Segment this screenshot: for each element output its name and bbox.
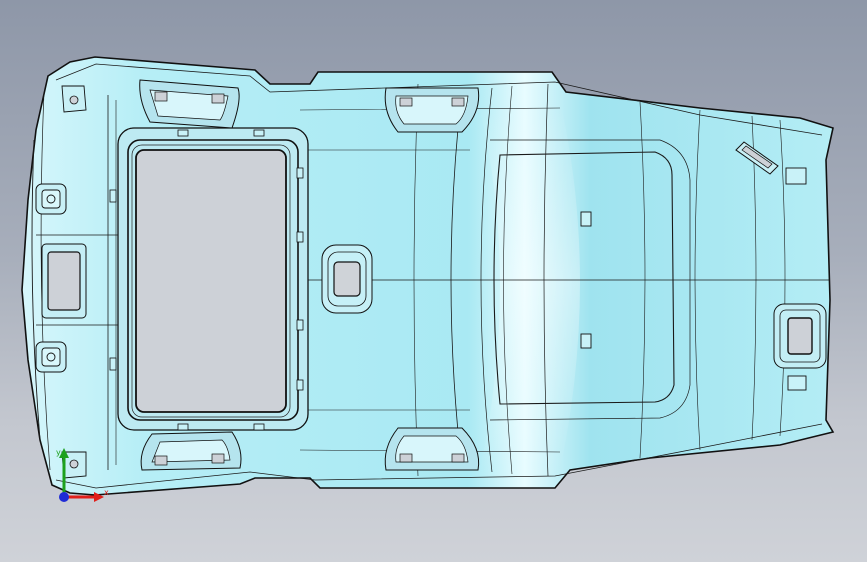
z-axis-dot [59,492,69,502]
grab-handle-rear-left [384,87,480,133]
overhead-console-opening [41,243,87,319]
3d-viewport[interactable]: y x [0,0,867,562]
headliner-model[interactable] [0,0,867,562]
x-axis-label: x [104,488,109,497]
rear-dome-light [773,303,827,369]
grab-handle-front-right [140,431,242,471]
dome-light-opening [333,261,361,297]
grab-handle-front-left [139,79,240,129]
x-axis-arrowhead [94,492,104,502]
axis-triad: y x [56,448,109,502]
sunroof-opening [135,149,287,413]
y-axis-label: y [56,448,61,457]
grab-handle-rear-right [384,427,480,471]
sun-visor-clip-upper [35,183,67,215]
sun-visor-clip-lower [35,341,67,373]
